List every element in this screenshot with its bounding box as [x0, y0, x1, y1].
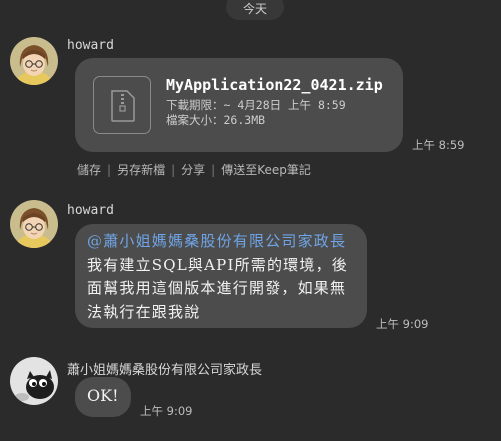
divider: |	[211, 163, 216, 177]
divider: |	[171, 163, 176, 177]
message-time: 上午 9:09	[140, 404, 193, 418]
mention-link[interactable]: @蕭小姐媽媽桑股份有限公司家政長	[87, 232, 346, 250]
sender-avatar[interactable]	[10, 357, 58, 405]
file-expiry: 下載期限：~ 4月28日 上午 8:59	[166, 98, 346, 112]
sender-name: howard	[67, 203, 114, 218]
text-message-bubble[interactable]: OK!	[75, 377, 131, 417]
save-link[interactable]: 儲存	[77, 163, 101, 177]
file-name[interactable]: MyApplication22_0421.zip	[166, 76, 383, 94]
sender-avatar[interactable]	[10, 37, 58, 85]
message-text: @蕭小姐媽媽桑股份有限公司家政長 我有建立SQL與API所需的環境，後面幫我用這…	[87, 230, 361, 324]
message-text: OK!	[87, 386, 119, 405]
message-body: 我有建立SQL與API所需的環境，後面幫我用這個版本進行開發，如果無法執行在跟我…	[87, 255, 348, 321]
send-to-keep-link[interactable]: 傳送至Keep筆記	[221, 163, 311, 177]
save-as-link[interactable]: 另存新檔	[117, 163, 165, 177]
file-actions: 儲存 | 另存新檔 | 分享 | 傳送至Keep筆記	[77, 161, 311, 178]
date-divider: 今天	[226, 0, 284, 20]
text-message-bubble[interactable]: @蕭小姐媽媽桑股份有限公司家政長 我有建立SQL與API所需的環境，後面幫我用這…	[75, 224, 367, 328]
sender-avatar[interactable]	[10, 200, 58, 248]
message-time: 上午 8:59	[412, 138, 465, 152]
file-message-bubble[interactable]: MyApplication22_0421.zip 下載期限：~ 4月28日 上午…	[75, 58, 403, 152]
share-link[interactable]: 分享	[181, 163, 205, 177]
divider: |	[107, 163, 112, 177]
file-size: 檔案大小：26.3MB	[166, 113, 266, 127]
message-time: 上午 9:09	[376, 317, 429, 331]
sender-name: howard	[67, 38, 114, 53]
zip-file-icon	[93, 76, 151, 134]
sender-name: 蕭小姐媽媽桑股份有限公司家政長	[67, 363, 263, 378]
